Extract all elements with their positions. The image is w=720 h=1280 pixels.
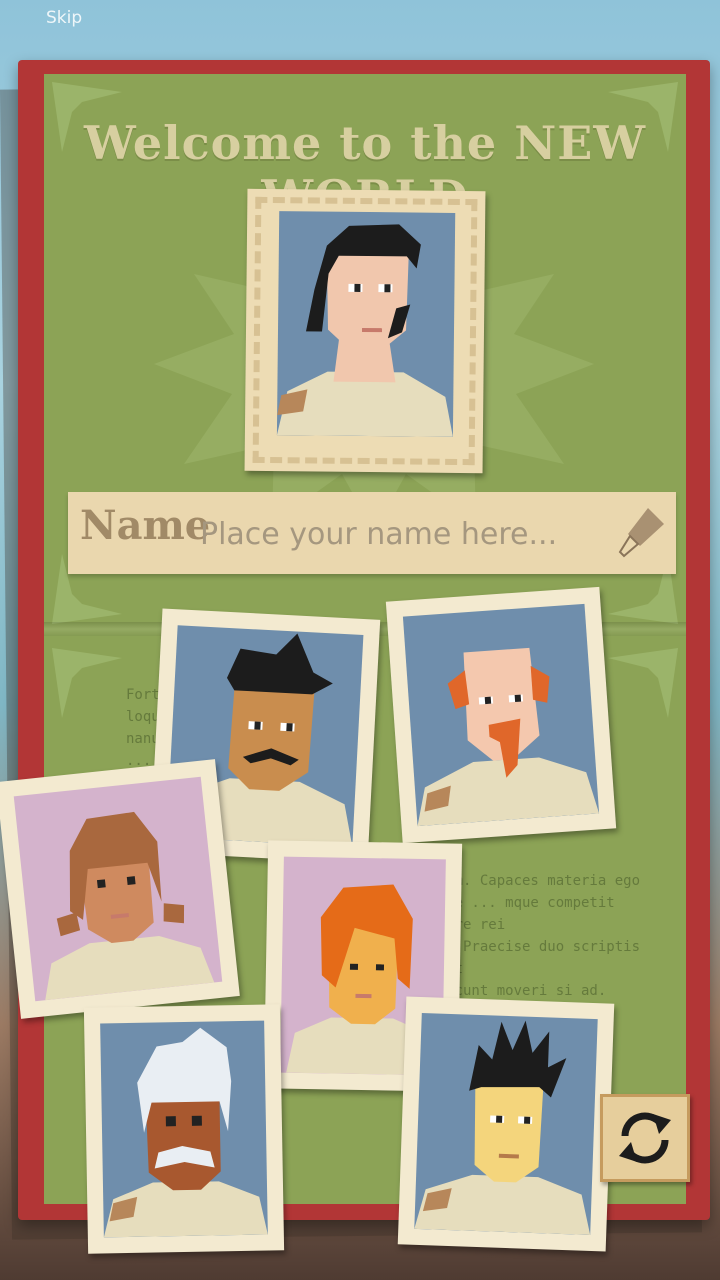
character-card-braids[interactable]: [0, 759, 240, 1019]
name-label: Name: [80, 502, 211, 549]
name-input[interactable]: [198, 508, 632, 560]
portrait-photo: [402, 603, 600, 827]
character-card-old-white[interactable]: [83, 1004, 285, 1254]
character-card-spiky[interactable]: [397, 996, 615, 1252]
skip-button[interactable]: Skip: [46, 8, 82, 28]
selected-character-portrait: [244, 188, 486, 474]
refresh-icon: [619, 1112, 671, 1164]
portrait-photo: [13, 776, 223, 1002]
portrait-photo: [276, 211, 456, 437]
corner-ornament-lower-left: [52, 648, 122, 718]
name-bar: Name: [68, 492, 676, 574]
portrait-photo: [414, 1012, 598, 1236]
refresh-button[interactable]: [600, 1094, 690, 1182]
portrait-photo: [100, 1020, 268, 1238]
character-card-bald-ginger[interactable]: [385, 586, 617, 844]
fountain-pen-icon: [618, 508, 664, 558]
